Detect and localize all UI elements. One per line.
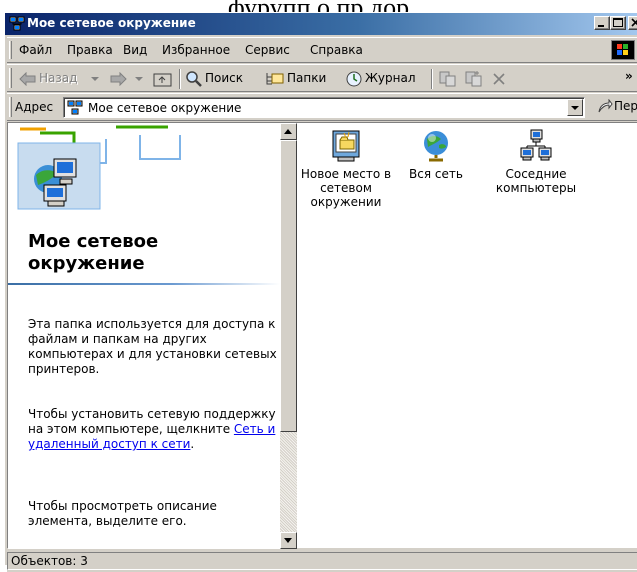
heading-divider bbox=[8, 283, 280, 285]
minimize-button[interactable] bbox=[594, 16, 610, 30]
menu-bar: Файл Правка Вид Избранное Сервис Справка bbox=[7, 37, 637, 63]
address-value: Мое сетевое окружение bbox=[88, 101, 242, 115]
minimize-icon bbox=[598, 25, 604, 27]
search-label: Поиск bbox=[205, 71, 244, 85]
add-network-place-icon bbox=[332, 130, 360, 162]
explorer-window: Мое сетевое окружение Файл Правка Вид Из… bbox=[4, 12, 637, 572]
windows-logo bbox=[611, 40, 635, 60]
toolbar-grip[interactable] bbox=[9, 68, 12, 88]
close-button[interactable] bbox=[628, 16, 637, 30]
network-window-icon bbox=[9, 16, 25, 31]
scroll-thumb[interactable] bbox=[280, 140, 297, 432]
address-dropdown-button[interactable] bbox=[567, 99, 583, 116]
scroll-up-arrow-icon bbox=[284, 129, 292, 134]
computers-near-me-label: Соседние компьютеры bbox=[495, 167, 577, 195]
add-network-place-label: Новое место в сетевом окружении bbox=[300, 167, 392, 209]
maximize-icon bbox=[613, 18, 623, 27]
copy-to-button[interactable] bbox=[463, 69, 487, 89]
toolbar-separator bbox=[431, 69, 433, 89]
go-arrow-icon bbox=[598, 99, 613, 113]
web-view-info-pane: Мое сетевое окружение Эта папка использу… bbox=[8, 123, 280, 549]
back-button[interactable]: Назад bbox=[19, 69, 107, 89]
address-label: Адрес bbox=[15, 100, 54, 114]
pane-scrollbar[interactable] bbox=[280, 123, 297, 549]
menu-file[interactable]: Файл bbox=[19, 43, 52, 57]
toolbar-separator bbox=[179, 69, 181, 89]
search-button[interactable]: Поиск bbox=[185, 69, 265, 89]
address-grip[interactable] bbox=[9, 97, 12, 117]
history-button[interactable]: Журнал bbox=[345, 69, 427, 89]
entire-network-label: Вся сеть bbox=[409, 167, 463, 181]
network-places-banner-icon bbox=[17, 125, 181, 210]
pane-heading: Мое сетевое окружение bbox=[28, 231, 159, 274]
object-count: Объектов: 3 bbox=[11, 554, 88, 568]
scroll-down-button[interactable] bbox=[280, 532, 297, 549]
history-icon bbox=[346, 71, 362, 87]
entire-network-item[interactable]: Вся сеть bbox=[388, 129, 484, 181]
history-label: Журнал bbox=[365, 71, 416, 85]
folders-button[interactable]: Папки bbox=[265, 69, 337, 89]
add-network-place-item[interactable]: Новое место в сетевом окружении bbox=[298, 129, 394, 209]
go-label: Переход bbox=[614, 99, 637, 113]
back-dropdown-icon bbox=[91, 77, 99, 81]
pane-select-hint: Чтобы просмотреть описание элемента, выд… bbox=[28, 499, 217, 528]
search-icon bbox=[186, 71, 202, 87]
delete-icon bbox=[493, 73, 505, 85]
computers-near-me-item[interactable]: Соседние компьютеры bbox=[488, 129, 584, 195]
network-setup-suffix: . bbox=[190, 437, 195, 451]
close-icon bbox=[631, 18, 637, 27]
scroll-down-arrow-icon bbox=[284, 538, 292, 543]
menu-tools[interactable]: Сервис bbox=[245, 43, 290, 57]
scroll-up-button[interactable] bbox=[280, 123, 297, 140]
network-places-small-icon bbox=[67, 100, 83, 115]
computers-near-me-icon bbox=[520, 129, 552, 161]
up-folder-button[interactable] bbox=[151, 69, 175, 89]
globe-icon bbox=[424, 131, 448, 162]
move-to-icon bbox=[439, 71, 456, 87]
chevron-down-icon bbox=[571, 106, 579, 110]
windows-flag-icon bbox=[617, 44, 628, 55]
pane-description: Эта папка используется для доступа к фай… bbox=[28, 317, 277, 376]
pane-network-setup-text: Чтобы установить сетевую поддержку на эт… bbox=[28, 407, 278, 452]
status-cell: Объектов: 3 bbox=[7, 552, 637, 570]
copy-to-icon bbox=[465, 71, 482, 87]
up-folder-icon bbox=[153, 73, 172, 87]
move-to-button[interactable] bbox=[437, 69, 461, 89]
delete-button[interactable] bbox=[489, 69, 511, 89]
menu-grip[interactable] bbox=[9, 41, 12, 59]
back-arrow-icon bbox=[19, 72, 36, 86]
status-bar: Объектов: 3 bbox=[7, 550, 637, 572]
menu-favorites[interactable]: Избранное bbox=[162, 43, 230, 57]
address-bar: Адрес Мое сетевое окружение Переход bbox=[7, 93, 637, 121]
title-bar[interactable]: Мое сетевое окружение bbox=[5, 13, 637, 35]
standard-toolbar: Назад Поиск Папки Журнал » bbox=[7, 64, 637, 92]
content-area: Мое сетевое окружение Эта папка использу… bbox=[7, 122, 637, 549]
forward-arrow-icon bbox=[110, 72, 127, 86]
back-label: Назад bbox=[39, 71, 78, 85]
toolbar-overflow-chevron[interactable]: » bbox=[625, 69, 637, 89]
menu-edit[interactable]: Правка bbox=[67, 43, 113, 57]
forward-button[interactable] bbox=[107, 69, 147, 89]
window-title: Мое сетевое окружение bbox=[27, 16, 196, 30]
address-field[interactable]: Мое сетевое окружение bbox=[63, 97, 585, 118]
forward-dropdown-icon bbox=[135, 77, 143, 81]
menu-view[interactable]: Вид bbox=[123, 43, 147, 57]
folders-icon bbox=[266, 73, 284, 85]
menu-help[interactable]: Справка bbox=[310, 43, 363, 57]
screen: фурупп о пр дор Мое сетевое окружение bbox=[0, 0, 637, 572]
folders-label: Папки bbox=[287, 71, 327, 85]
maximize-button[interactable] bbox=[610, 16, 626, 30]
